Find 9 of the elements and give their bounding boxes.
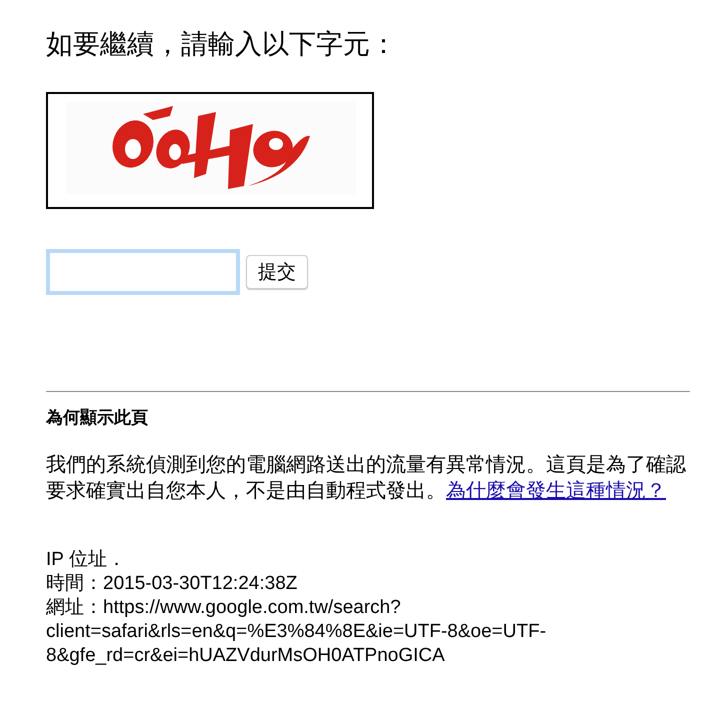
answer-field[interactable] — [46, 249, 240, 295]
explanation-text: 我們的系統偵測到您的電腦網路送出的流量有異常情況。這頁是為了確認要求確實出自您本人，不是由自動程式發出。為什麼會發生這種情況？ — [46, 453, 687, 504]
detail-line: 網址：https://www.google.com.tw/search?client=safari&rls=en&q=%E3%84%8E&ie=UTF-8&oe=UTF-8&gfe_rd=cr&ei=hUAZVdurMsOH0ATPnoGICA — [46, 596, 548, 668]
help-link[interactable]: 為什麼會發生這種情況？ — [446, 480, 666, 502]
section-title: 為何顯示此頁 — [46, 407, 149, 429]
page-heading: 如要繼續，請輸入以下字元： — [46, 28, 398, 61]
submit-button[interactable]: 提交 — [246, 255, 308, 289]
detail-line: IP 位址． — [46, 548, 127, 572]
detail-line: 時間：2015-03-30T12:24:38Z — [46, 572, 298, 596]
